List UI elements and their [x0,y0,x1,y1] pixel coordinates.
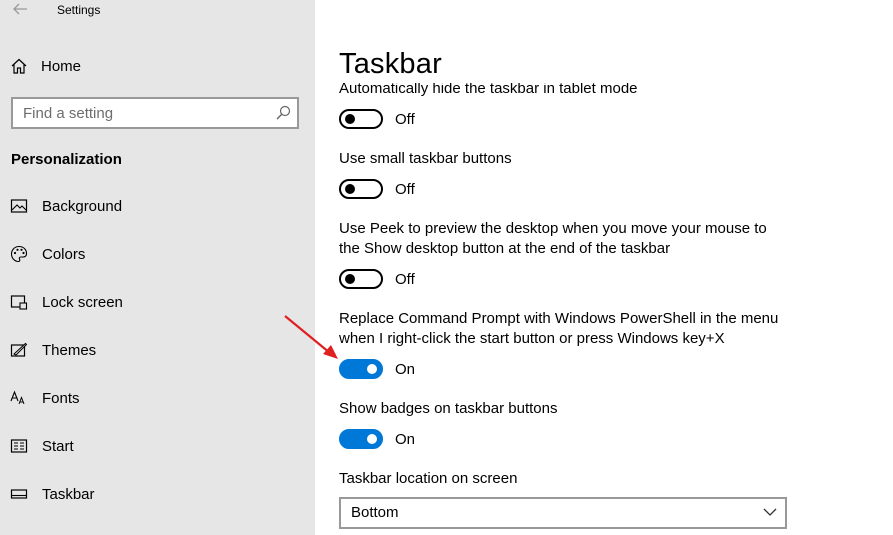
toggle-state-text: On [395,361,416,378]
page-title: Taskbar [339,48,442,80]
home-nav-item[interactable]: Home [10,56,81,76]
toggle-small-buttons[interactable] [339,179,383,199]
sidebar-item-background[interactable]: Background [10,195,310,217]
sidebar-item-label: Start [42,437,74,455]
picture-icon [10,199,28,213]
fonts-icon [10,390,25,405]
toggle-knob [345,274,355,284]
setting-label-powershell: Replace Command Prompt with Windows Powe… [339,310,779,347]
home-icon [11,58,27,74]
setting-label-location: Taskbar location on screen [339,470,518,487]
toggle-state-text: Off [395,181,415,198]
title-bar: Settings [0,0,315,22]
palette-icon [10,245,28,263]
sidebar: Settings Home Find a setting Personaliza… [0,0,315,535]
sidebar-item-label: Lock screen [42,293,123,311]
sidebar-item-fonts[interactable]: Fonts [10,387,310,409]
toggle-knob [367,364,377,374]
main-content: Taskbar Automatically hide the taskbar i… [315,0,893,535]
app-title: Settings [57,3,101,17]
themes-icon [10,342,28,357]
search-input[interactable]: Find a setting [11,97,299,129]
toggle-state-text: Off [395,111,415,128]
settings-list: Automatically hide the taskbar in tablet… [315,83,893,535]
sidebar-item-themes[interactable]: Themes [10,339,310,361]
sidebar-item-start[interactable]: Start [10,435,310,457]
section-title: Personalization [11,151,122,168]
setting-label-hide-tablet: Automatically hide the taskbar in tablet… [339,83,638,97]
setting-label-small-buttons: Use small taskbar buttons [339,150,512,167]
sidebar-item-colors[interactable]: Colors [10,243,310,265]
search-placeholder: Find a setting [23,105,114,122]
setting-label-badges: Show badges on taskbar buttons [339,400,558,417]
setting-label-peek: Use Peek to preview the desktop when you… [339,220,767,257]
sidebar-item-label: Background [42,197,123,215]
toggle-knob [367,434,377,444]
search-icon[interactable] [275,105,291,121]
toggle-powershell[interactable] [339,359,383,379]
toggle-knob [345,184,355,194]
sidebar-item-label: Colors [42,245,86,263]
dropdown-value: Bottom [351,504,399,521]
toggle-hide-tablet[interactable] [339,109,383,129]
taskbar-icon [10,489,28,499]
sidebar-item-label: Taskbar [42,485,95,503]
sidebar-item-label: Themes [42,341,97,359]
toggle-state-text: On [395,431,416,448]
start-icon [10,439,28,453]
toggle-state-text: Off [395,271,415,288]
toggle-badges[interactable] [339,429,383,449]
sidebar-item-label: Fonts [42,389,80,407]
taskbar-location-dropdown[interactable]: Bottom [339,497,787,529]
toggle-peek[interactable] [339,269,383,289]
toggle-knob [345,114,355,124]
chevron-down-icon [763,508,777,516]
lock-screen-icon [10,295,28,310]
sidebar-item-lock-screen[interactable]: Lock screen [10,291,310,313]
back-arrow-icon[interactable] [10,1,30,17]
sidebar-item-taskbar[interactable]: Taskbar [10,483,310,505]
home-label: Home [41,57,82,75]
